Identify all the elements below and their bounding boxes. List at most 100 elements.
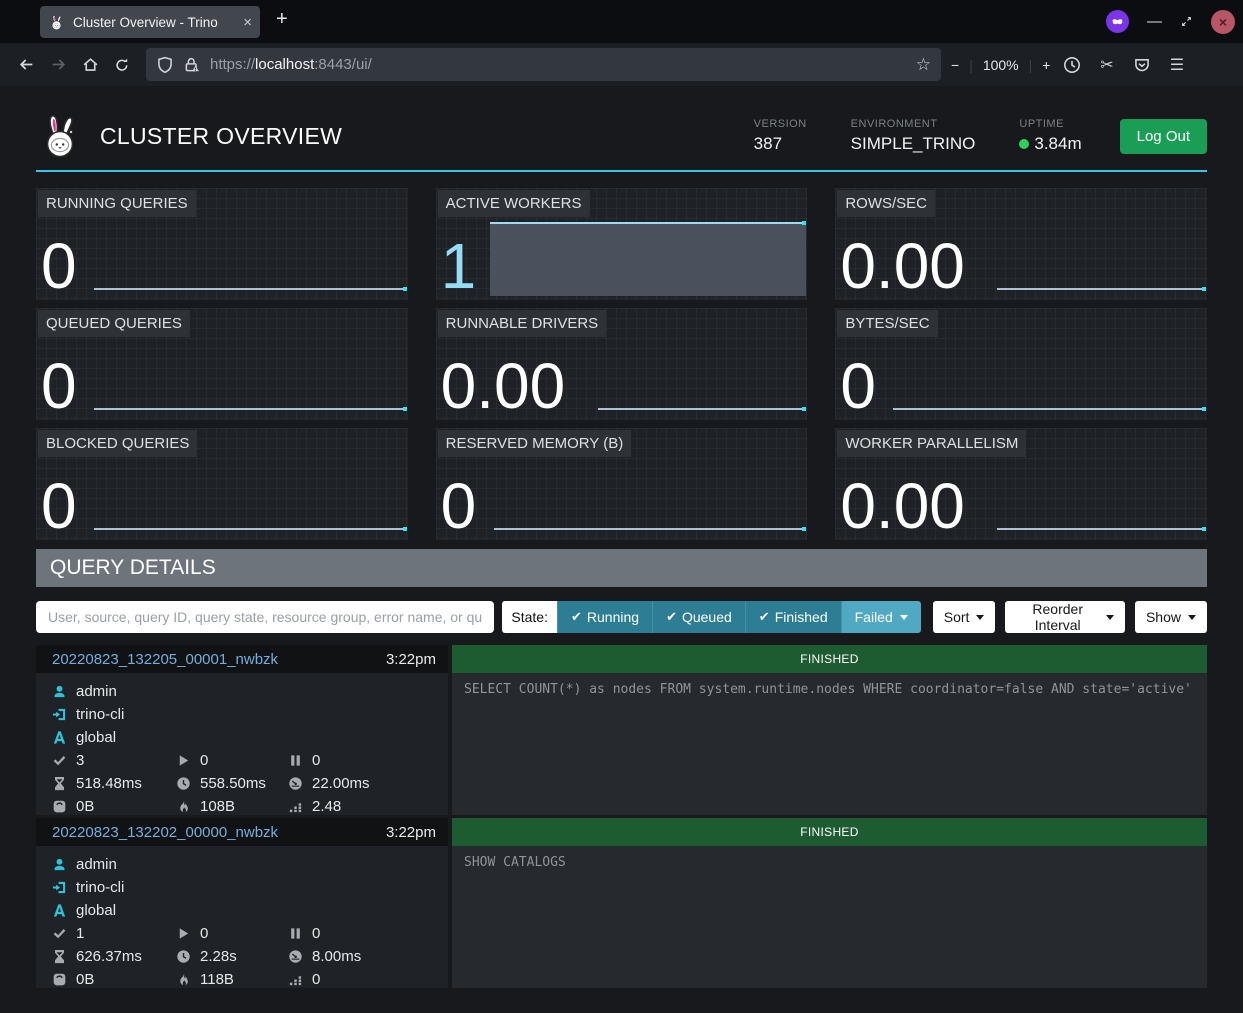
gauge-icon [288, 776, 303, 791]
clock-icon [176, 776, 191, 791]
stat-label: BYTES/SEC [837, 310, 937, 337]
zoom-out-button[interactable]: − [951, 57, 959, 73]
reorder-interval-dropdown[interactable]: Reorder Interval [1005, 601, 1125, 633]
fire-icon [176, 972, 191, 987]
page-header: CLUSTER OVERVIEW VERSION 387 ENVIRONMENT… [36, 86, 1207, 172]
check-icon: ✔ [571, 609, 582, 625]
uptime-block: UPTIME 3.84m [1019, 118, 1081, 154]
stat-card-rows-sec: ROWS/SEC 0.00 [835, 188, 1207, 300]
stat-value: 0.00 [840, 474, 965, 538]
query-resource-group: global [76, 729, 116, 746]
window-close-button[interactable]: × [1211, 10, 1235, 34]
window-restore-button[interactable] [1180, 15, 1193, 28]
gauge-icon [288, 949, 303, 964]
back-button[interactable] [10, 49, 42, 81]
state-label: State: [502, 601, 557, 633]
window-controls: — × [1106, 0, 1235, 43]
browser-navbar: https://localhost:8443/ui/ ☆ − | 100% | … [0, 43, 1243, 86]
sparkline [997, 288, 1205, 290]
query-search-input[interactable] [36, 601, 494, 633]
cumulative-memory: 0 [312, 971, 320, 988]
running-splits: 0 [200, 925, 208, 942]
zoom-controls: − | 100% | + [951, 57, 1050, 73]
peak-memory: 118B [200, 971, 234, 988]
chevron-down-icon [1106, 615, 1114, 620]
stat-value: 0.00 [840, 234, 965, 298]
execution-time: 22.00ms [312, 775, 370, 792]
query-info: admin trino-cli global 1 0 0 626.37ms 2.… [36, 846, 448, 988]
stat-label: ACTIVE WORKERS [438, 190, 590, 217]
trino-cluster-overview-page: CLUSTER OVERVIEW VERSION 387 ENVIRONMENT… [0, 86, 1243, 1013]
menu-hamburger-icon[interactable]: ☰ [1167, 55, 1186, 74]
state-filter-queued[interactable]: ✔Queued [652, 601, 745, 633]
play-icon [176, 926, 191, 941]
lock-warning-icon[interactable] [183, 56, 201, 74]
stat-card-running-queries: RUNNING QUERIES 0 [36, 188, 408, 300]
hourglass-icon [52, 776, 67, 791]
clock-icon [176, 949, 191, 964]
query-text: SELECT COUNT(*) as nodes FROM system.run… [452, 673, 1207, 815]
stat-card-runnable-drivers: RUNNABLE DRIVERS 0.00 [436, 308, 808, 420]
query-user: admin [76, 683, 117, 700]
state-filter-running[interactable]: ✔Running [557, 601, 652, 633]
state-filter-failed-dropdown[interactable]: Failed [841, 601, 921, 633]
stats-grid: RUNNING QUERIES 0 ACTIVE WORKERS 1 ROWS/… [36, 188, 1207, 540]
state-filter-finished[interactable]: ✔Finished [745, 601, 841, 633]
query-detail-pane: FINISHED SELECT COUNT(*) as nodes FROM s… [452, 645, 1207, 815]
cluster-meta: VERSION 387 ENVIRONMENT SIMPLE_TRINO UPT… [754, 118, 1082, 154]
show-dropdown[interactable]: Show [1135, 601, 1207, 633]
stat-label: RESERVED MEMORY (B) [438, 430, 632, 457]
sparkline [94, 408, 406, 410]
url-bar[interactable]: https://localhost:8443/ui/ ☆ [146, 48, 941, 81]
query-header: 20220823_132205_00001_nwbzk 3:22pm [36, 645, 448, 673]
reload-button[interactable] [106, 49, 138, 81]
zoom-level[interactable]: 100% [983, 57, 1019, 73]
query-time: 3:22pm [386, 651, 436, 668]
query-summary: 20220823_132205_00001_nwbzk 3:22pm admin… [36, 645, 448, 815]
area-chart [490, 222, 807, 296]
chevron-down-icon [1188, 615, 1196, 620]
sparkline [494, 528, 806, 530]
sparkline [893, 408, 1205, 410]
check-icon: ✔ [666, 609, 677, 625]
divider: | [1029, 57, 1033, 73]
divider: | [969, 57, 973, 73]
forward-button[interactable] [42, 49, 74, 81]
query-id-link[interactable]: 20220823_132202_00000_nwbzk [52, 824, 386, 841]
query-details-header: QUERY DETAILS [36, 549, 1207, 587]
running-splits: 0 [200, 752, 208, 769]
page-title: CLUSTER OVERVIEW [100, 123, 754, 150]
stat-label: WORKER PARALLELISM [837, 430, 1026, 457]
history-icon[interactable] [1062, 55, 1081, 74]
stat-value: 0 [41, 234, 77, 298]
cumulative-memory: 2.48 [312, 798, 341, 815]
screenshot-scissors-icon[interactable]: ✂ [1097, 55, 1116, 74]
browser-window: Cluster Overview - Trino × + — × https:/… [0, 0, 1243, 1013]
sort-dropdown[interactable]: Sort [933, 601, 996, 633]
log-in-icon [52, 880, 67, 895]
scale-icon [52, 972, 67, 987]
window-minimize-button[interactable]: — [1147, 13, 1162, 30]
stat-value: 0 [441, 474, 477, 538]
font-icon [52, 903, 67, 918]
logout-button[interactable]: Log Out [1120, 119, 1207, 154]
environment-label: ENVIRONMENT [851, 118, 976, 130]
tab-close-icon[interactable]: × [243, 14, 252, 31]
query-id-link[interactable]: 20220823_132205_00001_nwbzk [52, 651, 386, 668]
bookmark-star-icon[interactable]: ☆ [916, 55, 931, 75]
sparkline [94, 528, 406, 530]
cpu-time: 2.28s [200, 948, 237, 965]
new-tab-button[interactable]: + [276, 8, 288, 31]
query-summary: 20220823_132202_00000_nwbzk 3:22pm admin… [36, 818, 448, 988]
browser-tab[interactable]: Cluster Overview - Trino × [40, 6, 260, 38]
uptime-status-dot [1019, 139, 1029, 149]
queued-splits: 0 [312, 752, 320, 769]
home-button[interactable] [74, 49, 106, 81]
tracking-shield-icon[interactable] [156, 56, 174, 74]
wall-time: 518.48ms [76, 775, 142, 792]
execution-time: 8.00ms [312, 948, 361, 965]
state-filter-group: State: ✔Running ✔Queued ✔Finished Failed [502, 601, 920, 633]
zoom-in-button[interactable]: + [1042, 57, 1050, 73]
pocket-icon[interactable] [1132, 55, 1151, 74]
sparkline [598, 408, 806, 410]
